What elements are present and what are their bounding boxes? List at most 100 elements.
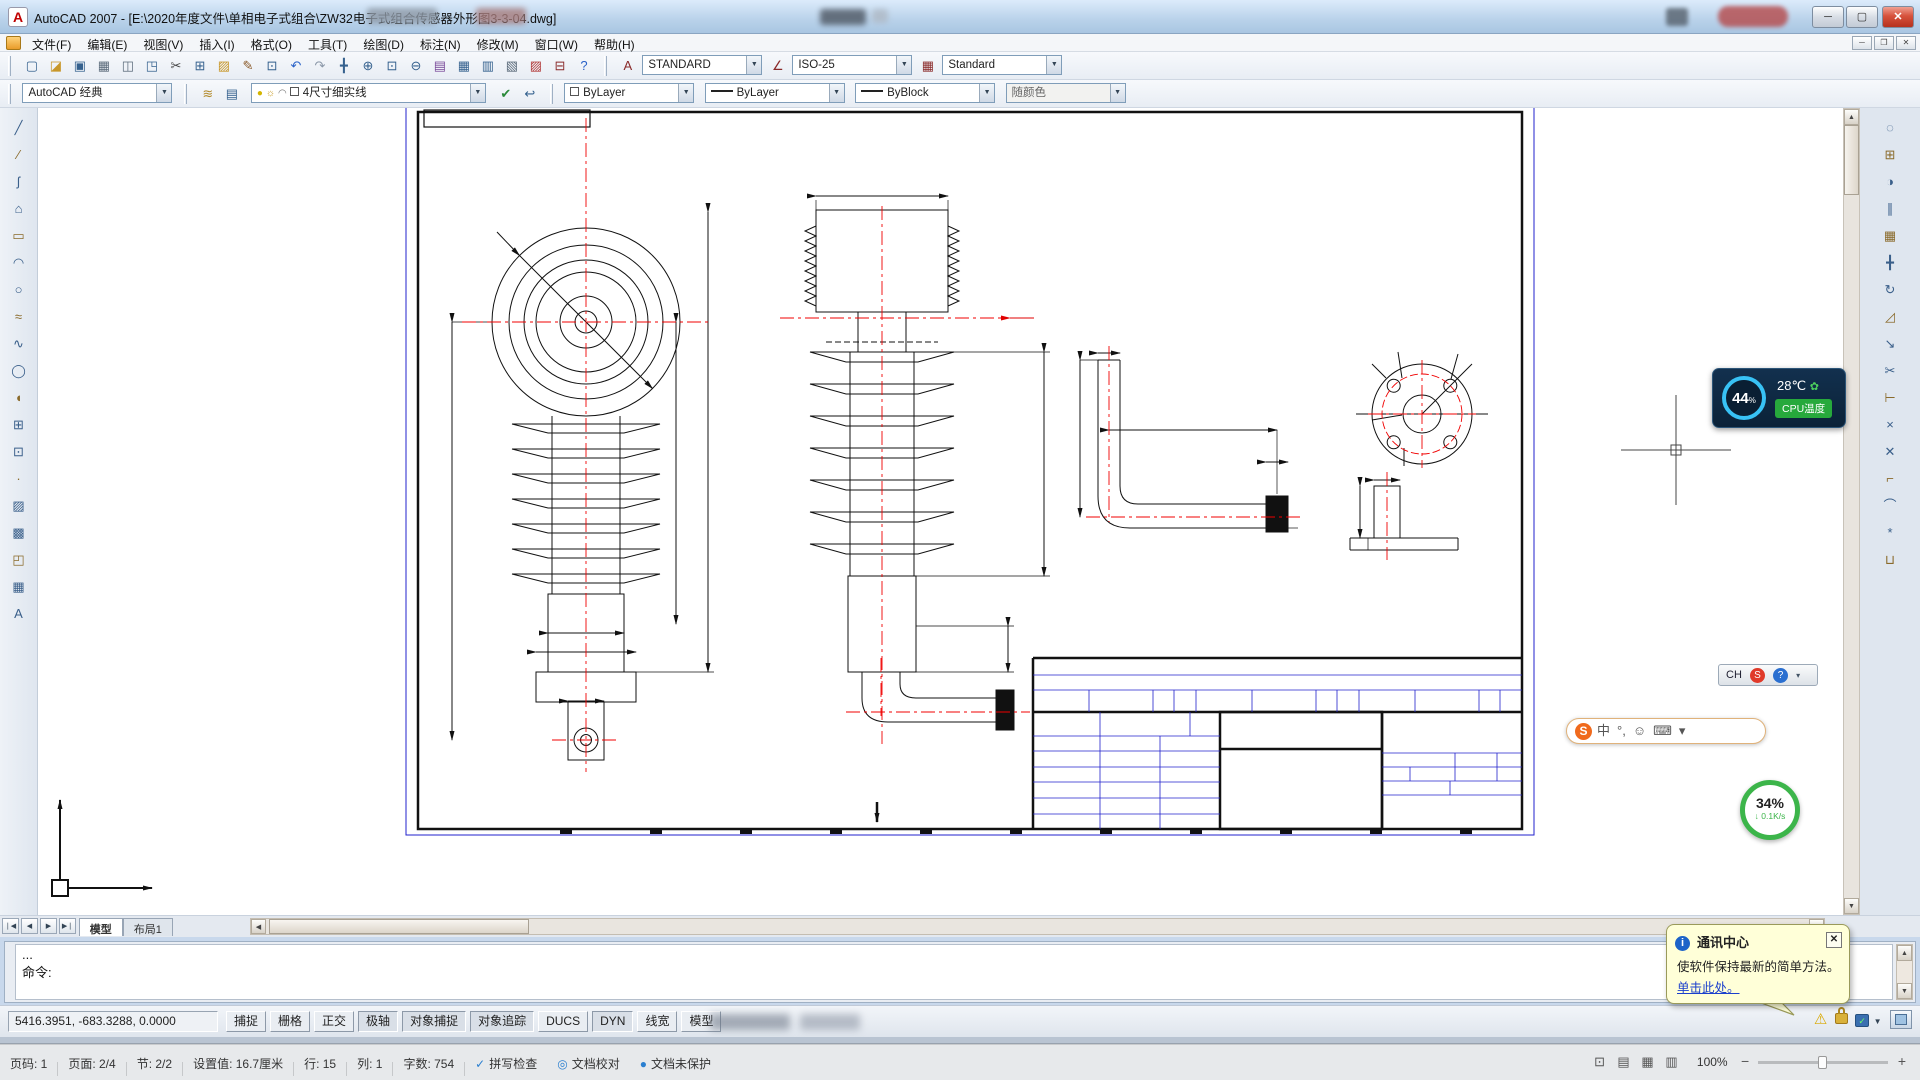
stretch-icon[interactable]: ↘ [1877,331,1903,357]
mtext-icon[interactable]: A [6,601,32,627]
block-editor-icon[interactable]: ⊡ [260,54,283,77]
menu-item[interactable]: 工具(T) [300,34,355,53]
scroll-up-icon[interactable]: ▲ [1897,945,1912,961]
workspace-combo[interactable]: AutoCAD 经典▼ [22,83,172,103]
copy-clip-icon[interactable]: ⊞ [188,54,211,77]
toggle-对象捕捉[interactable]: 对象捕捉 [402,1011,466,1032]
plot-preview-icon[interactable]: ◫ [116,54,139,77]
command-scrollbar[interactable]: ▲ ▼ [1896,944,1913,1000]
offset-icon[interactable]: ∥ [1877,196,1903,222]
copy-icon[interactable]: ⊞ [1877,142,1903,168]
toolbar-grip[interactable] [184,84,187,104]
match-properties-icon[interactable]: ✎ [236,54,259,77]
tab-nav-button[interactable]: ❘◀ [2,918,19,934]
plot-icon[interactable]: ▦ [92,54,115,77]
toggle-对象追踪[interactable]: 对象追踪 [470,1011,534,1032]
pan-icon[interactable]: ╋ [332,54,355,77]
explode-icon[interactable]: * [1877,520,1903,546]
zoom-out-button[interactable]: − [1741,1053,1749,1069]
zoom-slider[interactable] [1758,1061,1888,1064]
sogou-tool-icon[interactable]: ⌨ [1653,723,1672,738]
zoom-in-button[interactable]: + [1898,1053,1906,1069]
layer-manager-icon[interactable]: ≋ [196,82,219,105]
plotstyle-combo[interactable]: 随颜色▼ [1006,83,1126,103]
balloon-close-button[interactable]: ✕ [1826,932,1842,948]
polygon-icon[interactable]: ⌂ [6,196,32,222]
redo-icon[interactable]: ↷ [308,54,331,77]
clean-screen-button[interactable] [1890,1010,1912,1029]
wps-view-mode-icon[interactable]: ▦ [1636,1045,1660,1070]
properties-icon[interactable]: ▤ [428,54,451,77]
close-button[interactable]: ✕ [1882,6,1914,28]
make-block-icon[interactable]: ⊡ [6,439,32,465]
bulb-icon[interactable]: ● [257,88,263,99]
chevron-down-icon[interactable]: ▼ [156,84,171,102]
menu-item[interactable]: 标注(N) [412,34,469,53]
mdi-close-button[interactable]: ✕ [1896,36,1916,50]
menu-item[interactable]: 视图(V) [135,34,191,53]
tray-chevron-icon[interactable]: ▼ [1874,1017,1882,1026]
sogou-input-bar[interactable]: S中°,☺⌨▾ [1566,718,1766,744]
tool-palettes-icon[interactable]: ▥ [476,54,499,77]
wps-文档未保护[interactable]: ●文档未保护 [630,1045,721,1072]
tab-layout1[interactable]: 布局1 [123,918,173,936]
toggle-DUCS[interactable]: DUCS [538,1011,588,1032]
tab-nav-button[interactable]: ◀ [21,918,38,934]
menu-item[interactable]: 格式(O) [243,34,300,53]
make-current-icon[interactable]: ✔ [494,82,517,105]
chevron-down-icon[interactable]: ▼ [896,56,911,74]
layer-combo[interactable]: ●☼◠4尺寸细实线 ▼ [251,83,486,103]
break-point-icon[interactable]: × [1877,412,1903,438]
lang-indicator[interactable]: CH [1726,669,1742,681]
hatch-icon[interactable]: ▨ [6,493,32,519]
wps-view-mode-icon[interactable]: ▥ [1660,1045,1684,1070]
point-icon[interactable]: · [6,466,32,492]
language-bar[interactable]: CH S ? ▾ [1718,664,1818,686]
scrollbar-thumb[interactable] [269,919,529,934]
dim-style-combo[interactable]: ISO-25▼ [792,55,912,75]
command-input[interactable]: ... 命令: [15,944,1893,1000]
publish-icon[interactable]: ◳ [140,54,163,77]
menu-item[interactable]: 编辑(E) [79,34,135,53]
toolbar-grip[interactable] [8,84,11,104]
toggle-极轴[interactable]: 极轴 [358,1011,398,1032]
unlock-icon[interactable] [1835,1013,1848,1024]
linetype-combo[interactable]: ByLayer▼ [705,83,845,103]
scrollbar-thumb[interactable] [1844,125,1859,195]
wps-拼写检查[interactable]: ✓拼写检查 [465,1045,547,1072]
sogou-logo-icon[interactable]: S [1575,723,1592,740]
chevron-down-icon[interactable]: ▼ [1046,56,1061,74]
color-combo[interactable]: ByLayer▼ [564,83,694,103]
array-icon[interactable]: ▦ [1877,223,1903,249]
region-icon[interactable]: ◰ [6,547,32,573]
toolbar-grip[interactable] [8,56,11,76]
mdi-restore-button[interactable]: ❐ [1874,36,1894,50]
toolbar-grip[interactable] [604,56,607,76]
sogou-icon[interactable]: S [1750,668,1765,683]
text-style-combo[interactable]: STANDARD▼ [642,55,762,75]
rotate-icon[interactable]: ↻ [1877,277,1903,303]
chevron-down-icon[interactable]: ▼ [678,84,693,102]
insert-block-icon[interactable]: ⊞ [6,412,32,438]
toggle-栅格[interactable]: 栅格 [270,1011,310,1032]
balloon-link[interactable]: 单击此处。 [1667,975,1849,996]
tab-model[interactable]: 模型 [79,918,123,936]
arc-icon[interactable]: ◠ [6,250,32,276]
trim-icon[interactable]: ✂ [1877,358,1903,384]
menu-item[interactable]: 插入(I) [191,34,242,53]
zoom-previous-icon[interactable]: ⊖ [404,54,427,77]
ellipse-arc-icon[interactable]: ◖ [6,385,32,411]
spline-icon[interactable]: ∿ [6,331,32,357]
scale-icon[interactable]: ◿ [1877,304,1903,330]
chamfer-icon[interactable]: ⌐ [1877,466,1903,492]
fillet-icon[interactable]: ⌒ [1877,493,1903,519]
vertical-scrollbar[interactable]: ▲ ▼ [1843,108,1860,915]
construction-line-icon[interactable]: ⁄ [6,142,32,168]
layer-previous-icon[interactable]: ↩ [518,82,541,105]
restore-button[interactable]: ▢ [1846,6,1878,28]
toggle-DYN[interactable]: DYN [592,1011,633,1032]
cpu-monitor-widget[interactable]: 44% 28℃ ✿ CPU温度 [1712,368,1846,428]
help-badge-icon[interactable]: ? [1773,668,1788,683]
chevron-down-icon[interactable]: ▼ [829,84,844,102]
tab-nav-button[interactable]: ▶❘ [59,918,76,934]
